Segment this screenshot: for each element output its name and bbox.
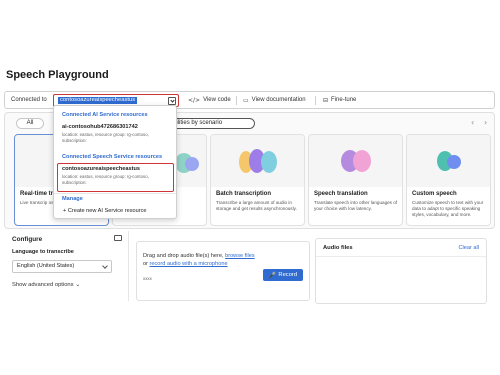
chevron-right-icon[interactable]: › [484,118,487,127]
manage-link[interactable]: Manage [62,196,83,202]
audio-files-title: Audio files [323,245,353,251]
card-title: Batch transcription [216,191,272,197]
ai-resources-header: Connected AI Service resources [62,112,148,118]
card-batch-transcription[interactable]: Batch transcription Transcribe a large a… [210,134,305,226]
advanced-options-label: Show advanced options [12,282,74,288]
card-title: Speech translation [314,191,368,197]
chevron-left-icon[interactable]: ‹ [471,118,474,127]
view-code-label: View code [203,97,231,103]
language-select[interactable]: English (United States) [12,260,112,273]
advanced-options-toggle[interactable]: Show advanced options ⌄ [12,281,80,288]
audio-files-divider [316,256,486,257]
card-title: Real-time tr [20,191,54,197]
toolbar-divider [236,96,237,105]
code-icon: </> [188,96,201,104]
chevron-down-icon: ⌄ [75,281,81,288]
audio-files-panel: Audio files Clear all [315,238,487,304]
card-illustration [211,135,304,187]
speech-resource-option[interactable]: contosoazureaispeecheastus [62,166,140,172]
card-illustration [309,135,402,187]
dropdown-divider [54,193,176,194]
ai-resource-option[interactable]: ai-contosohub472686301742 [62,124,138,130]
browse-files-link[interactable]: browse files [225,253,255,259]
panel-toggle-icon[interactable] [114,235,122,241]
card-speech-translation[interactable]: Speech translation Translate speech into… [308,134,403,226]
upload-hint: xxxx [143,276,152,281]
configure-pane: Configure Language to transcribe English… [4,231,129,301]
connected-label: Connected to [11,97,47,103]
toolbar-divider [315,96,316,105]
view-documentation-button[interactable]: ▭ View documentation [243,95,306,105]
view-documentation-label: View documentation [251,97,306,103]
upload-instructions: Drag and drop audio file(s) here, browse… [143,252,255,268]
microphone-icon: 🎤 [268,271,277,279]
upload-dropzone[interactable]: Drag and drop audio file(s) here, browse… [136,241,310,301]
page-title: Speech Playground [6,69,109,81]
create-resource-option[interactable]: + Create new AI Service resource [63,208,146,214]
record-audio-link[interactable]: record audio with a microphone [150,261,228,267]
resource-dropdown: Connected AI Service resources ai-contos… [53,105,177,219]
card-description: Customize speech to text with your data … [412,200,484,217]
card-custom-speech[interactable]: Custom speech Customize speech to text w… [406,134,491,226]
configure-title: Configure [12,236,43,243]
card-illustration [407,135,490,187]
tune-icon: ⊟ [323,96,329,104]
speech-resources-header: Connected Speech Service resources [62,154,163,160]
chevron-down-icon[interactable] [168,97,176,105]
fine-tune-button[interactable]: ⊟ Fine-tune [323,95,356,105]
filter-all[interactable]: All [16,118,44,129]
record-button-label: Record [278,272,298,278]
view-code-button[interactable]: </> View code [188,95,231,105]
upload-text: Drag and drop audio file(s) here, [143,253,226,259]
language-label: Language to transcribe [12,249,74,255]
ai-resource-details: location: eastus, resource group: rg-con… [62,132,149,143]
document-icon: ▭ [243,96,249,104]
card-description: Transcribe a large amount of audio in st… [216,200,297,211]
clear-all-button[interactable]: Clear all [458,245,479,251]
speech-resource-details: location: eastus, resource group: rg-con… [62,174,149,185]
card-description: Translate speech into other languages of… [314,200,398,211]
resource-select-value: contosoazureaispeecheastus [58,97,138,104]
record-button[interactable]: 🎤 Record [263,269,303,281]
fine-tune-label: Fine-tune [331,97,357,103]
card-title: Custom speech [412,191,457,197]
